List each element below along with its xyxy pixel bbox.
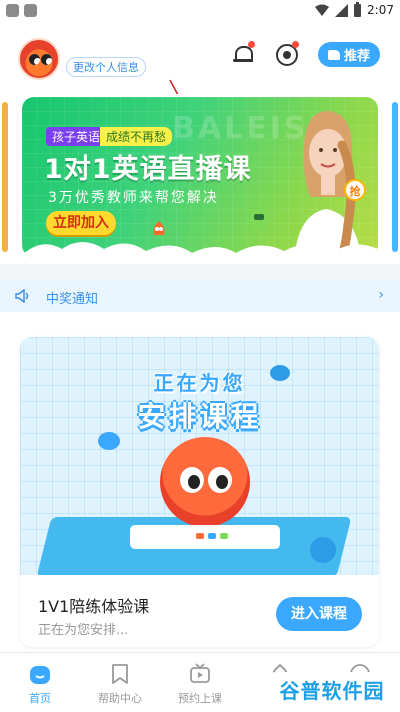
banner-title: 1对1英语直播课 [44, 154, 252, 185]
course-title: 1V1陪练体验课 [38, 597, 150, 616]
wifi-icon [315, 4, 330, 16]
bookmark-icon [112, 664, 128, 684]
clouds-decoration [22, 242, 378, 257]
carousel-next-peek [392, 102, 398, 252]
tv-icon [190, 663, 210, 683]
tab-label: 首页 [29, 692, 51, 705]
join-now-button[interactable]: 立即加入 [46, 211, 116, 235]
notice-label: 中奖通知 [46, 292, 99, 307]
mascot-blob [98, 432, 120, 450]
tab-label: 帮助中心 [98, 692, 142, 705]
carousel-prev-peek [2, 102, 8, 252]
battery-icon [354, 1, 362, 17]
notification-icon [24, 4, 37, 17]
header: 更改个人信息 推荐 [0, 22, 400, 114]
site-watermark: 谷普软件园 [272, 672, 392, 706]
home-icon [30, 666, 50, 684]
banner-tag-left: 孩子英语 [46, 127, 107, 146]
signal-icon [335, 3, 349, 17]
status-bar: 2:07 [0, 0, 400, 22]
course-status: 正在为您安排... [38, 623, 129, 638]
course-scene-illustration: 正在为您 安排课程 [20, 337, 379, 575]
promo-banner[interactable]: BALEISH 孩子英语 成绩不再愁 1对1英语直播课 3万优秀教师来帮您解决 … [22, 97, 378, 257]
notification-badge [248, 41, 255, 48]
avatar[interactable] [18, 38, 60, 80]
mascot-blob [270, 365, 290, 381]
tab-home[interactable]: 首页 [0, 653, 80, 712]
scene-line-1: 正在为您 [153, 371, 246, 395]
grab-badge: 抢 [344, 179, 366, 201]
roller-decoration [310, 537, 336, 563]
notification-icon [6, 4, 19, 17]
banner-subtitle: 3万优秀教师来帮您解决 [48, 190, 219, 206]
medal-badge [292, 41, 299, 48]
banner-tag-right: 成绩不再愁 [100, 127, 173, 146]
fish-mascot [160, 437, 250, 527]
trial-course-card[interactable]: 正在为您 安排课程 1V1陪练体验课 正在为您安排... 进入课程 [20, 337, 379, 647]
scene-line-2: 安排课程 [137, 400, 262, 433]
course-section: 正在为您 安排课程 1V1陪练体验课 正在为您安排... 进入课程 [0, 312, 400, 652]
desk-console [130, 525, 280, 549]
tab-label: 预约上课 [178, 692, 222, 705]
speaker-icon [15, 289, 29, 303]
recommend-button[interactable]: 推荐 [318, 42, 380, 67]
tab-book-class[interactable]: 预约上课 [160, 653, 240, 712]
status-time: 2:07 [367, 3, 394, 17]
thumbs-up-icon [327, 49, 340, 60]
winning-notice-bar[interactable]: 中奖通知 › [0, 280, 400, 312]
banner-carousel[interactable]: BALEISH 孩子英语 成绩不再愁 1对1英语直播课 3万优秀教师来帮您解决 … [0, 94, 400, 264]
enter-course-button[interactable]: 进入课程 [276, 597, 362, 631]
chevron-right-icon: › [378, 287, 384, 303]
robot-icon [251, 203, 267, 229]
edit-profile-link[interactable]: 更改个人信息 [66, 57, 146, 77]
tab-help-center[interactable]: 帮助中心 [80, 653, 160, 712]
recommend-label: 推荐 [343, 49, 370, 64]
